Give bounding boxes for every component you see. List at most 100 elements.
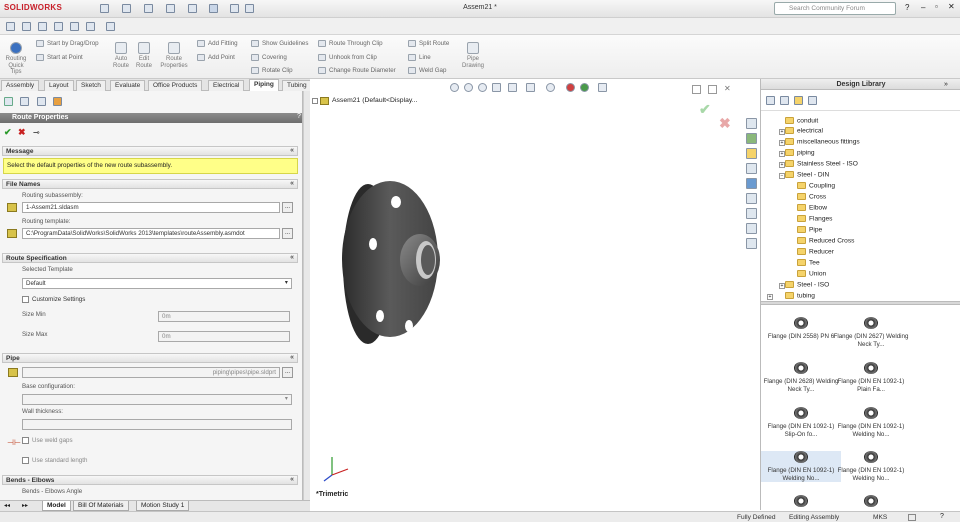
tab-piping[interactable]: Piping — [249, 79, 279, 91]
create-new-folder-icon[interactable] — [808, 96, 817, 105]
use-standard-length-checkbox[interactable] — [22, 457, 29, 464]
file-names-section-header[interactable]: File Names « — [2, 179, 298, 189]
tree-item-pipe[interactable]: Pipe — [797, 226, 822, 233]
tree-item-steel-din[interactable]: Steel - DIN — [785, 171, 829, 178]
size-max-field[interactable]: 0m — [158, 331, 290, 342]
base-configuration-select[interactable]: ▾ — [22, 394, 292, 405]
undo-icon[interactable] — [188, 4, 197, 13]
add-point-button[interactable]: Add Point — [197, 54, 235, 61]
units-dropdown-icon[interactable] — [908, 514, 916, 521]
bends-elbows-section-header[interactable]: Bends - Elbows « — [2, 475, 298, 485]
routing-quick-tips-button[interactable]: Routing Quick Tips — [4, 42, 28, 76]
collapse-chevron-icon[interactable]: « — [290, 147, 294, 154]
solidworks-resources-icon[interactable] — [746, 118, 757, 129]
weld-gap-button[interactable]: Weld Gap — [408, 67, 446, 74]
start-at-point-button[interactable]: Start at Point — [36, 54, 83, 61]
tab-bill-of-materials[interactable]: Bill Of Materials — [73, 501, 129, 511]
forward-icon[interactable] — [780, 96, 789, 105]
pushpin-task-icon[interactable] — [746, 223, 757, 234]
tab-evaluate[interactable]: Evaluate — [110, 80, 146, 91]
display-manager-icon[interactable] — [53, 97, 62, 106]
custom-properties-icon[interactable] — [746, 193, 757, 204]
pushpin-icon[interactable]: ⊸ — [33, 128, 40, 137]
use-weld-gaps-checkbox[interactable] — [22, 437, 29, 444]
search-input[interactable]: Search Community Forum — [774, 2, 896, 15]
thumbnail-flange-din-en-slip-on[interactable]: Flange (DIN EN 1092-1) Slip-On fo... — [761, 407, 841, 438]
file-explorer-icon[interactable] — [746, 148, 757, 159]
collapse-chevron-icon[interactable]: « — [290, 476, 294, 483]
confirm-cancel-icon[interactable]: ✖ — [719, 115, 731, 132]
collapse-chevron-icon[interactable]: « — [290, 254, 294, 261]
pipe-file-field[interactable]: piping\pipes\pipe.sldprt — [22, 367, 280, 378]
design-library-icon[interactable] — [746, 133, 757, 144]
line-tool-icon[interactable] — [38, 22, 47, 31]
view-palette-icon[interactable] — [746, 163, 757, 174]
auto-route-button[interactable]: Auto Route — [111, 42, 131, 69]
zoom-to-area-icon[interactable] — [464, 83, 473, 92]
feature-tree-root[interactable]: Assem21 (Default<Display... — [332, 97, 417, 104]
tree-item-flanges[interactable]: Flanges — [797, 215, 832, 222]
window-restore-icon[interactable] — [692, 85, 701, 94]
save-icon[interactable] — [144, 4, 153, 13]
tab-sketch[interactable]: Sketch — [76, 80, 106, 91]
rebuild-icon[interactable] — [230, 4, 239, 13]
confirm-check-icon[interactable]: ✔ — [699, 101, 711, 118]
cancel-x-icon[interactable]: ✖ — [18, 127, 26, 138]
collapse-chevron-icon[interactable]: « — [290, 180, 294, 187]
edit-route-button[interactable]: Edit Route — [134, 42, 154, 69]
tree-item-elbow[interactable]: Elbow — [797, 204, 827, 211]
forum-icon[interactable] — [746, 208, 757, 219]
thumbnail-flange-din-en-welding-neck-1[interactable]: Flange (DIN EN 1092-1) Welding No... — [831, 407, 911, 438]
expand-icon[interactable]: + — [767, 294, 773, 300]
close-icon[interactable]: ✕ — [948, 2, 955, 11]
rectangle-tool-icon[interactable] — [86, 22, 95, 31]
tab-model[interactable]: Model — [42, 501, 71, 511]
tree-item-union[interactable]: Union — [797, 270, 826, 277]
change-route-diameter-button[interactable]: Change Route Diameter — [318, 67, 396, 74]
thumbnail-flange-partial-1[interactable] — [761, 495, 841, 511]
tree-item-piping[interactable]: piping — [785, 149, 815, 156]
selected-template-select[interactable]: Default ▾ — [22, 278, 292, 289]
pipe-section-header[interactable]: Pipe « — [2, 353, 298, 363]
line-button[interactable]: Line — [408, 54, 431, 61]
tree-item-reduced-cross[interactable]: Reduced Cross — [797, 237, 854, 244]
ok-check-icon[interactable]: ✔ — [4, 127, 12, 138]
add-file-location-icon[interactable] — [794, 96, 803, 105]
help-question-icon[interactable]: ? — [297, 113, 301, 120]
customize-settings-checkbox[interactable] — [22, 296, 29, 303]
graphics-area[interactable]: Assem21 (Default<Display... *Trimetric ✔… — [310, 79, 760, 510]
thumbnail-flange-din-2558[interactable]: Flange (DIN 2558) PN 6 — [761, 317, 841, 341]
open-icon[interactable] — [122, 4, 131, 13]
minimize-icon[interactable]: – — [921, 3, 925, 12]
routing-subassembly-field[interactable]: 1-Assem21.sldasm — [22, 202, 280, 213]
browse-pipe-button[interactable]: ... — [282, 367, 293, 378]
route-through-clip-button[interactable]: Route Through Clip — [318, 40, 383, 47]
feature-manager-icon[interactable] — [4, 97, 13, 106]
tab-assembly[interactable]: Assembly — [1, 80, 40, 91]
window-close-icon[interactable]: ✕ — [724, 84, 731, 93]
sketch-icon[interactable] — [6, 22, 15, 31]
wall-thickness-field[interactable] — [22, 419, 292, 430]
configuration-manager-icon[interactable] — [37, 97, 46, 106]
pipe-drawing-button[interactable]: Pipe Drawing — [460, 42, 486, 69]
thumbnail-flange-partial-2[interactable] — [831, 495, 911, 511]
tree-item-miscellaneous-fittings[interactable]: miscellaneous fittings — [785, 138, 860, 145]
covering-button[interactable]: Covering — [251, 54, 287, 61]
apply-scene-icon[interactable] — [580, 83, 589, 92]
route-properties-button[interactable]: Route Properties — [158, 42, 190, 69]
tab-tubing[interactable]: Tubing — [282, 80, 312, 91]
thumbnail-flange-din-2627[interactable]: Flange (DIN 2627) Welding Neck Ty... — [831, 317, 911, 348]
show-guidelines-button[interactable]: Show Guidelines — [251, 40, 308, 47]
tab-motion-study-1[interactable]: Motion Study 1 — [136, 501, 190, 511]
add-fitting-button[interactable]: Add Fitting — [197, 40, 238, 47]
start-by-drag-drop-button[interactable]: Start by Drag/Drop — [36, 40, 99, 47]
tree-item-reducer[interactable]: Reducer — [797, 248, 834, 255]
toolbox-icon[interactable] — [746, 238, 757, 249]
split-route-button[interactable]: Split Route — [408, 40, 449, 47]
section-view-icon[interactable] — [492, 83, 501, 92]
restore-icon[interactable]: ▫ — [935, 2, 938, 11]
arc-tool-icon[interactable] — [54, 22, 63, 31]
routing-template-field[interactable]: C:\ProgramData\SolidWorks\SolidWorks 201… — [22, 228, 280, 239]
unhook-from-clip-button[interactable]: Unhook from Clip — [318, 54, 377, 61]
help-icon[interactable]: ? — [905, 3, 909, 12]
